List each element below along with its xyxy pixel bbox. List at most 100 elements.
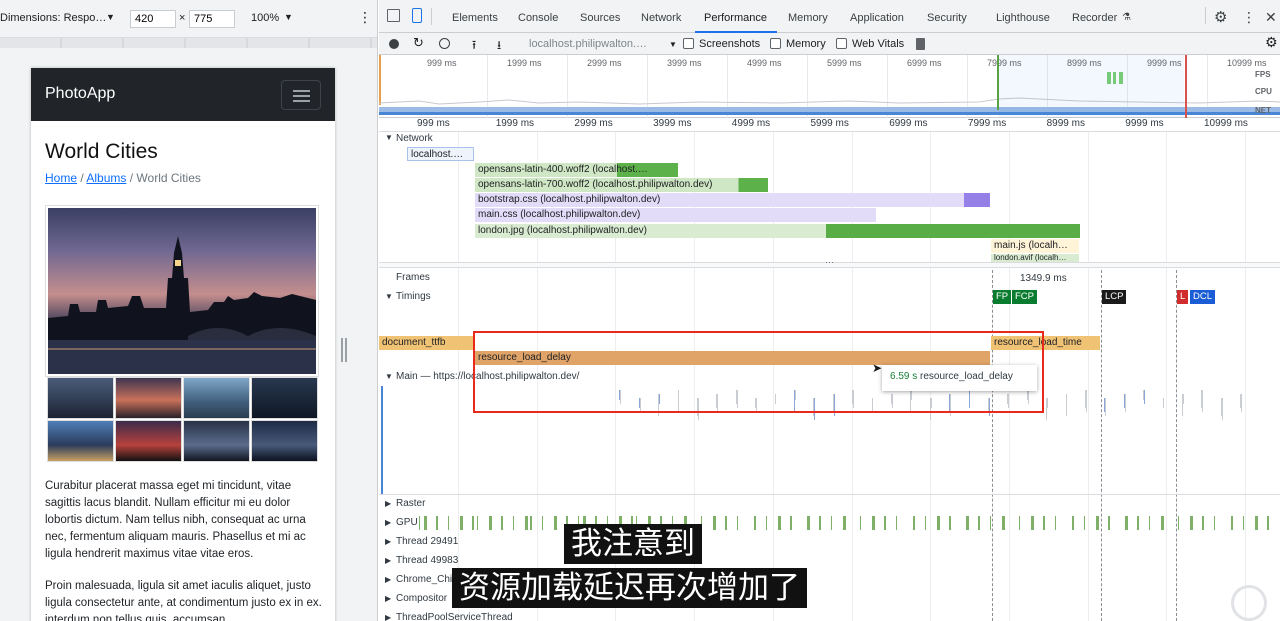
- frames-track-label[interactable]: Frames: [396, 272, 430, 283]
- network-request-font-700[interactable]: opensans-latin-700.woff2 (localhost.phil…: [475, 178, 768, 192]
- dcl-marker[interactable]: DCL: [1190, 290, 1216, 304]
- chevron-down-icon[interactable]: ▼: [106, 12, 115, 22]
- thumbnail-8[interactable]: [251, 420, 318, 462]
- download-icon[interactable]: ⭳: [497, 36, 501, 57]
- tooltip-duration: 6.59 s: [890, 371, 918, 382]
- thumbnail-5[interactable]: [47, 420, 114, 462]
- network-request-bootstrap-css[interactable]: bootstrap.css (localhost.philipwalton.de…: [475, 193, 990, 207]
- task-tick: [1066, 394, 1067, 416]
- tab-console[interactable]: Console: [518, 12, 558, 24]
- app-brand[interactable]: PhotoApp: [45, 85, 115, 103]
- capture-settings-gear-icon[interactable]: ⚙: [1265, 34, 1278, 51]
- network-request-london-avif[interactable]: london.avif (localh…: [991, 254, 1079, 262]
- memory-checkbox[interactable]: [770, 38, 781, 49]
- tab-sources[interactable]: Sources: [580, 12, 620, 24]
- fcp-marker[interactable]: FCP: [1012, 290, 1037, 304]
- expand-triangle-icon[interactable]: ▶: [385, 537, 391, 546]
- network-request-london-jpg[interactable]: london.jpg (localhost.philipwalton.dev): [475, 224, 1080, 238]
- timeline-overview[interactable]: 999 ms 1999 ms 2999 ms 3999 ms 4999 ms 5999 m…: [379, 55, 1280, 118]
- task-tick: [1241, 394, 1242, 412]
- expand-triangle-icon[interactable]: ▶: [385, 575, 391, 584]
- gpu-task: [1214, 516, 1215, 530]
- task-tick: [1047, 398, 1048, 408]
- resize-handle[interactable]: [341, 338, 347, 362]
- recording-select[interactable]: localhost.philipwalton.…: [529, 38, 647, 50]
- tab-security[interactable]: Security: [927, 12, 967, 24]
- collapse-triangle-icon[interactable]: ▼: [385, 372, 393, 381]
- close-icon[interactable]: ✕: [1265, 9, 1277, 26]
- hamburger-menu-button[interactable]: [281, 80, 321, 110]
- gpu-task: [872, 516, 875, 530]
- tab-memory[interactable]: Memory: [788, 12, 828, 24]
- reload-icon[interactable]: ↻: [413, 35, 424, 51]
- expand-triangle-icon[interactable]: ▶: [385, 499, 391, 508]
- inspect-element-icon[interactable]: [387, 9, 400, 22]
- subtitle-line-2: 资源加载延迟再次增加了: [452, 568, 807, 608]
- main-photo[interactable]: [45, 205, 319, 377]
- network-request-main-js[interactable]: main.js (localh…: [991, 239, 1079, 253]
- breadcrumb-albums-link[interactable]: Albums: [86, 171, 126, 185]
- zoom-select[interactable]: 100%: [251, 12, 279, 24]
- network-track-label[interactable]: Network: [396, 133, 433, 144]
- thumbnail-6[interactable]: [115, 420, 182, 462]
- fps-label: FPS: [1255, 70, 1271, 79]
- thumbnail-4[interactable]: [251, 377, 318, 419]
- lcp-marker-line: [1101, 270, 1102, 621]
- tab-network[interactable]: Network: [641, 12, 681, 24]
- gpu-task: [766, 516, 767, 530]
- track-resizer[interactable]: ···: [379, 257, 1280, 268]
- more-options-icon[interactable]: ⋮: [358, 9, 372, 26]
- lcp-marker[interactable]: LCP: [1102, 290, 1127, 304]
- network-request-document[interactable]: localhost.…: [407, 147, 474, 161]
- thread-track-label[interactable]: Raster: [396, 498, 425, 509]
- more-options-icon[interactable]: ⋮: [1242, 9, 1256, 26]
- network-request-main-css[interactable]: main.css (localhost.philipwalton.dev): [475, 208, 876, 222]
- record-icon[interactable]: [389, 39, 399, 49]
- device-width-input[interactable]: [130, 10, 176, 28]
- expand-triangle-icon[interactable]: ▶: [385, 613, 391, 621]
- device-height-input[interactable]: [189, 10, 235, 28]
- web-vitals-checkbox[interactable]: [836, 38, 847, 49]
- timings-track-label[interactable]: Timings: [396, 291, 431, 302]
- gpu-task: [554, 516, 557, 530]
- breadcrumb-home-link[interactable]: Home: [45, 171, 77, 185]
- gear-icon[interactable]: ⚙: [1214, 8, 1227, 26]
- thumbnail-1[interactable]: [47, 377, 114, 419]
- chevron-down-icon[interactable]: ▼: [669, 40, 677, 49]
- dimensions-select[interactable]: Dimensions: Respo…: [0, 12, 106, 24]
- gpu-task: [913, 516, 915, 530]
- media-query-bar[interactable]: [0, 38, 377, 48]
- gpu-task: [1267, 516, 1269, 530]
- device-toggle-icon[interactable]: [412, 8, 422, 23]
- collapse-triangle-icon[interactable]: ▼: [385, 133, 393, 142]
- trash-icon[interactable]: [916, 38, 925, 50]
- thread-track-label[interactable]: ThreadPoolServiceThread: [396, 612, 513, 621]
- tab-performance[interactable]: Performance: [704, 12, 767, 24]
- clear-icon[interactable]: [439, 38, 450, 49]
- tab-elements[interactable]: Elements: [452, 12, 498, 24]
- fp-marker[interactable]: FP: [993, 290, 1012, 304]
- gpu-task: [1019, 516, 1020, 530]
- network-request-font-400[interactable]: opensans-latin-400.woff2 (localhost.…: [475, 163, 678, 177]
- gpu-task: [737, 516, 738, 530]
- thumbnail-2[interactable]: [115, 377, 182, 419]
- ttfb-timing-bar[interactable]: document_ttfb: [379, 336, 474, 350]
- thumbnail-7[interactable]: [183, 420, 250, 462]
- thread-track-label[interactable]: Thread 29491: [396, 536, 458, 547]
- chevron-down-icon[interactable]: ▼: [284, 12, 293, 22]
- screenshots-checkbox[interactable]: [683, 38, 694, 49]
- load-marker[interactable]: L: [1177, 290, 1189, 304]
- upload-icon[interactable]: ⭱: [472, 36, 476, 57]
- task-tick: [1125, 394, 1126, 412]
- expand-triangle-icon[interactable]: ▶: [385, 556, 391, 565]
- frame-duration: 1349.9 ms: [1020, 273, 1067, 284]
- thread-track-label[interactable]: Thread 49983: [396, 555, 458, 566]
- expand-triangle-icon[interactable]: ▶: [385, 594, 391, 603]
- tab-recorder[interactable]: Recorder: [1072, 12, 1117, 24]
- tab-lighthouse[interactable]: Lighthouse: [996, 12, 1050, 24]
- thread-track-label[interactable]: Compositor: [396, 593, 447, 604]
- thumbnail-3[interactable]: [183, 377, 250, 419]
- collapse-triangle-icon[interactable]: ▼: [385, 292, 393, 301]
- tab-application[interactable]: Application: [850, 12, 904, 24]
- timing-tooltip: 6.59 s resource_load_delay: [882, 365, 1037, 391]
